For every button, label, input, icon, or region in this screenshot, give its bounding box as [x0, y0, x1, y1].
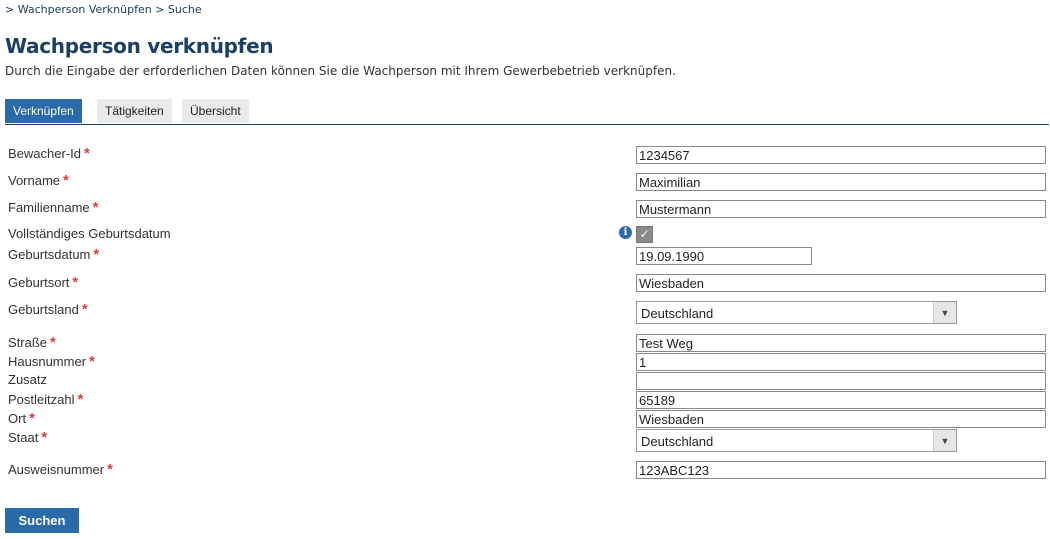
zusatz-input[interactable]	[636, 372, 1046, 390]
required-marker: *	[63, 172, 69, 189]
intro-text: Durch die Eingabe der erforderlichen Dat…	[5, 64, 676, 78]
geburtsland-value: Deutschland	[641, 306, 714, 321]
tab-uebersicht[interactable]: Übersicht	[182, 99, 249, 123]
vollstaendiges-geburtsdatum-checkbox[interactable]: ✓	[636, 226, 653, 243]
ort-input[interactable]	[636, 410, 1046, 428]
required-marker: *	[107, 461, 113, 478]
required-marker: *	[93, 246, 100, 263]
staat-value: Deutschland	[641, 434, 714, 449]
tab-taetigkeiten[interactable]: Tätigkeiten	[97, 99, 172, 123]
familienname-input[interactable]	[636, 200, 1046, 218]
geburtsort-label: Geburtsort *	[8, 274, 79, 291]
ausweisnummer-label: Ausweisnummer *	[8, 461, 113, 478]
vorname-input[interactable]	[636, 173, 1046, 191]
ausweisnummer-input[interactable]	[636, 461, 1046, 479]
geburtsland-label: Geburtsland *	[8, 301, 88, 318]
tab-verknuepfen[interactable]: Verknüpfen	[5, 99, 82, 123]
postleitzahl-label: Postleitzahl *	[8, 391, 84, 408]
required-marker: *	[89, 353, 95, 370]
required-marker: *	[41, 429, 48, 446]
page-title: Wachperson verknüpfen	[5, 34, 274, 58]
required-marker: *	[92, 199, 99, 216]
suchen-button[interactable]: Suchen	[5, 508, 79, 533]
zusatz-label: Zusatz	[8, 372, 48, 387]
hausnummer-label: Hausnummer *	[8, 353, 95, 370]
geburtsort-input[interactable]	[636, 274, 1046, 292]
vorname-label: Vorname *	[8, 172, 69, 189]
staat-select[interactable]: Deutschland ▼	[636, 429, 957, 452]
dropdown-arrow[interactable]: ▼	[933, 430, 956, 451]
required-marker: *	[72, 274, 79, 291]
dropdown-arrow[interactable]: ▼	[933, 302, 956, 323]
bewacher-id-input[interactable]	[636, 146, 1046, 164]
breadcrumb: > Wachperson Verknüpfen > Suche	[5, 3, 202, 16]
required-marker: *	[29, 410, 35, 427]
geburtsland-select[interactable]: Deutschland ▼	[636, 301, 957, 324]
postleitzahl-input[interactable]	[636, 391, 1046, 409]
required-marker: *	[81, 301, 88, 318]
strasse-input[interactable]	[636, 334, 1046, 352]
required-marker: *	[50, 334, 56, 351]
required-marker: *	[77, 391, 84, 408]
ort-label: Ort *	[8, 410, 35, 427]
tab-bar: Verknüpfen Tätigkeiten Übersicht	[5, 99, 1049, 125]
required-marker: *	[83, 145, 90, 162]
chevron-down-icon: ▼	[940, 435, 950, 446]
geburtsdatum-input[interactable]	[636, 247, 812, 265]
vollstaendiges-geburtsdatum-label: Vollständiges Geburtsdatum	[8, 226, 171, 241]
chevron-down-icon: ▼	[940, 307, 950, 318]
hausnummer-input[interactable]	[636, 353, 1046, 371]
staat-label: Staat *	[8, 429, 48, 446]
info-icon[interactable]: i	[619, 226, 632, 239]
familienname-label: Familienname *	[8, 199, 99, 216]
geburtsdatum-label: Geburtsdatum *	[8, 246, 100, 263]
strasse-label: Straße *	[8, 334, 56, 351]
bewacher-id-label: Bewacher-Id *	[8, 145, 90, 162]
